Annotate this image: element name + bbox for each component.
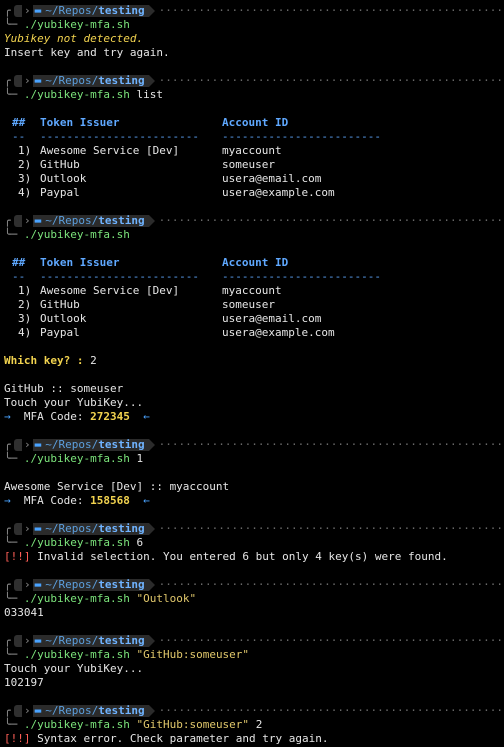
code-output: 033041 (4, 606, 44, 619)
apple-icon (14, 5, 22, 17)
table-row: 1) Awesome Service [Dev] myaccount (18, 144, 282, 157)
chevron-right-icon: › (24, 4, 31, 17)
touch-message: Touch your YubiKey... (4, 396, 144, 409)
command-line[interactable]: ╰─ ./yubikey-mfa.sh (4, 228, 504, 242)
prompt-bar: ╭ › ▬ ~/Repos/testing ······················… (4, 4, 504, 18)
result-title: Awesome Service [Dev] :: myaccount (4, 480, 230, 493)
arrow-left-icon: ← (143, 410, 150, 423)
chevron-right-icon: › (24, 522, 31, 535)
apple-icon (14, 439, 22, 451)
error-message: Yubikey not detected. (4, 32, 144, 45)
table-row: 1) Awesome Service [Dev] myaccount (18, 284, 282, 297)
terminal-output: ╭ › ▬ ~/Repos/testing ······················… (4, 4, 504, 746)
path-segment: ▬ ~/Repos/testing (32, 634, 149, 647)
apple-icon (14, 75, 22, 87)
folder-icon: ▬ (34, 704, 42, 717)
path-segment: ▬ ~/Repos/testing (32, 4, 149, 17)
chevron-right-icon: › (24, 214, 31, 227)
arrow-right-icon: → (4, 410, 11, 423)
path-segment: ▬ ~/Repos/testing (32, 522, 149, 535)
folder-icon: ▬ (34, 214, 42, 227)
command-line[interactable]: ╰─ ./yubikey-mfa.sh 6 (4, 536, 504, 550)
prompt-bar: ╭ › ▬ ~/Repos/testing ······················… (4, 704, 504, 717)
apple-icon (14, 579, 22, 591)
mfa-code: 158568 (90, 494, 130, 507)
command-line[interactable]: ╰─ ./yubikey-mfa.sh "GitHub:someuser" 2 (4, 718, 504, 732)
folder-icon: ▬ (34, 438, 42, 451)
error-tag: [!!] (4, 732, 31, 745)
error-tag: [!!] (4, 550, 31, 563)
which-key-prompt[interactable]: Which key? : 2 (4, 354, 504, 368)
chevron-right-icon: › (24, 74, 31, 87)
chevron-right-icon: › (24, 634, 31, 647)
command-line[interactable]: ╰─ ./yubikey-mfa.sh "GitHub:someuser" (4, 648, 504, 662)
folder-icon: ▬ (34, 578, 42, 591)
prompt-bar: ╭ › ▬ ~/Repos/testing ······················… (4, 438, 504, 451)
apple-icon (14, 705, 22, 717)
prompt-corner: ╭ (4, 4, 11, 17)
path-segment: ▬ ~/Repos/testing (32, 214, 149, 227)
chevron-right-icon: › (24, 578, 31, 591)
command-line[interactable]: ╰─ ./yubikey-mfa.sh (4, 18, 504, 32)
chevron-right-icon: › (24, 438, 31, 451)
error-line: [!!] Syntax error. Check parameter and t… (4, 732, 329, 745)
prompt-bar: ╭ › ▬ ~/Repos/testing ······················… (4, 214, 504, 227)
table-row: 4) Paypal usera@example.com (18, 326, 335, 339)
folder-icon: ▬ (34, 4, 42, 17)
touch-message: Touch your YubiKey... (4, 662, 144, 675)
segment-end (148, 5, 155, 17)
table-row: 4) Paypal usera@example.com (18, 186, 335, 199)
table-divider: -- ------------------------ --------------… (12, 270, 381, 283)
path-segment: ▬ ~/Repos/testing (32, 578, 149, 591)
mfa-code-line: → MFA Code: 272345 ← (4, 410, 150, 423)
path-segment: ▬ ~/Repos/testing (32, 704, 149, 717)
table-row: 3) Outlook usera@email.com (18, 312, 322, 325)
arrow-right-icon: → (4, 494, 11, 507)
prompt-bar: ╭ › ▬ ~/Repos/testing ······················… (4, 74, 504, 87)
code-output: 102197 (4, 676, 44, 689)
folder-icon: ▬ (34, 634, 42, 647)
table-row: 2) GitHub someuser (18, 298, 275, 311)
table-row: 3) Outlook usera@email.com (18, 172, 322, 185)
apple-icon (14, 523, 22, 535)
prompt-fill-dots: ········································… (158, 4, 504, 17)
command-line[interactable]: ╰─ ./yubikey-mfa.sh list (4, 88, 504, 102)
mfa-code: 272345 (90, 410, 130, 423)
mfa-code-line: → MFA Code: 158568 ← (4, 494, 150, 507)
error-line: [!!] Invalid selection. You entered 6 bu… (4, 550, 448, 563)
folder-icon: ▬ (34, 522, 42, 535)
prompt-bar: ╭ › ▬ ~/Repos/testing ······················… (4, 522, 504, 535)
apple-icon (14, 215, 22, 227)
arrow-left-icon: ← (143, 494, 150, 507)
prompt-bar: ╭ › ▬ ~/Repos/testing ······················… (4, 634, 504, 647)
path-segment: ▬ ~/Repos/testing (32, 74, 149, 87)
table-row: 2) GitHub someuser (18, 158, 275, 171)
command-line[interactable]: ╰─ ./yubikey-mfa.sh 1 (4, 452, 504, 466)
result-title: GitHub :: someuser (4, 382, 124, 395)
path-segment: ▬ ~/Repos/testing (32, 438, 149, 451)
command-line[interactable]: ╰─ ./yubikey-mfa.sh "Outlook" (4, 592, 504, 606)
table-divider: -- ------------------------ --------------… (12, 130, 381, 143)
output-text: Insert key and try again. (4, 46, 170, 59)
prompt-bar: ╭ › ▬ ~/Repos/testing ······················… (4, 578, 504, 591)
table-header: ## Token Issuer Account ID (12, 116, 289, 129)
folder-icon: ▬ (34, 74, 42, 87)
table-header: ## Token Issuer Account ID (12, 256, 289, 269)
chevron-right-icon: › (24, 704, 31, 717)
apple-icon (14, 635, 22, 647)
